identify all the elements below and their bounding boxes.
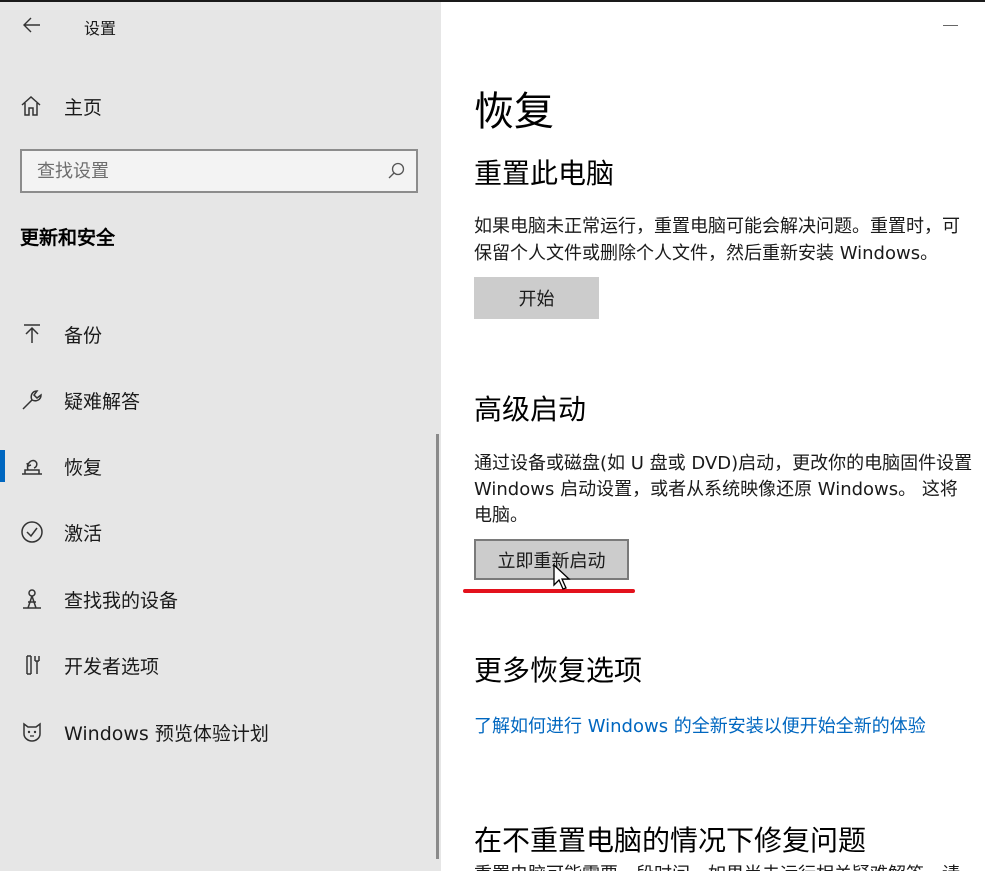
home-icon bbox=[21, 95, 41, 116]
minimize-button[interactable] bbox=[935, 12, 965, 38]
sidebar-item-label: 开发者选项 bbox=[64, 655, 160, 678]
app-title: 设置 bbox=[84, 19, 117, 38]
annotation-underline bbox=[463, 589, 635, 593]
insider-cat-icon bbox=[18, 718, 46, 746]
sidebar-item-label: 备份 bbox=[64, 324, 103, 347]
sidebar-item-insider[interactable]: Windows 预览体验计划 bbox=[0, 708, 436, 756]
main-content: 恢复 重置此电脑 如果电脑未正常运行，重置电脑可能会解决问题。重置时，可 保留个… bbox=[441, 2, 985, 871]
sidebar-item-label: 查找我的设备 bbox=[64, 589, 179, 612]
sidebar-item-home[interactable]: 主页 bbox=[18, 88, 102, 124]
sidebar-item-find-device[interactable]: 查找我的设备 bbox=[0, 575, 436, 623]
back-button[interactable] bbox=[14, 8, 50, 42]
advanced-startup-line2: Windows 启动设置，或者从系统映像还原 Windows。 这将 bbox=[474, 479, 958, 500]
sidebar: 设置 主页 更新和安全 备份 bbox=[0, 2, 441, 871]
more-options-heading: 更多恢复选项 bbox=[474, 654, 643, 687]
find-device-icon bbox=[18, 585, 46, 613]
search-icon[interactable] bbox=[386, 161, 406, 181]
advanced-startup-line1: 通过设备或磁盘(如 U 盘或 DVD)启动，更改你的电脑固件设置 bbox=[474, 453, 973, 474]
recovery-icon bbox=[18, 452, 46, 480]
checkmark-circle-icon bbox=[18, 518, 46, 546]
section-title: 更新和安全 bbox=[20, 227, 116, 249]
sidebar-scrollbar[interactable] bbox=[436, 434, 439, 859]
fix-problems-description: 重置电脑可能需要一段时间。如果尚未运行相关疑难解答，请 bbox=[474, 860, 960, 871]
backup-icon bbox=[18, 320, 46, 348]
advanced-startup-line3: 电脑。 bbox=[474, 505, 528, 526]
sidebar-item-label: Windows 预览体验计划 bbox=[64, 722, 269, 745]
reset-description-line2: 保留个人文件或删除个人文件，然后重新安装 Windows。 bbox=[474, 243, 939, 264]
sidebar-item-home-label: 主页 bbox=[64, 96, 103, 119]
reset-heading: 重置此电脑 bbox=[474, 157, 615, 190]
sidebar-item-troubleshoot[interactable]: 疑难解答 bbox=[0, 376, 436, 424]
active-indicator bbox=[0, 450, 5, 482]
search-box[interactable] bbox=[20, 149, 418, 193]
sidebar-item-label: 疑难解答 bbox=[64, 390, 141, 413]
mouse-cursor-icon bbox=[553, 564, 571, 590]
advanced-startup-heading: 高级启动 bbox=[474, 393, 587, 426]
sidebar-item-activation[interactable]: 激活 bbox=[0, 508, 436, 556]
sidebar-item-recovery[interactable]: 恢复 bbox=[0, 442, 436, 490]
settings-window: 设置 主页 更新和安全 备份 bbox=[0, 0, 985, 871]
sidebar-item-backup[interactable]: 备份 bbox=[0, 310, 436, 358]
wrench-icon bbox=[18, 386, 46, 414]
reset-start-button[interactable]: 开始 bbox=[474, 277, 599, 319]
back-arrow-icon bbox=[23, 17, 40, 33]
sidebar-item-developer[interactable]: 开发者选项 bbox=[0, 641, 436, 689]
page-title: 恢复 bbox=[474, 89, 554, 135]
search-input[interactable] bbox=[37, 160, 386, 182]
fresh-install-link[interactable]: 了解如何进行 Windows 的全新安装以便开始全新的体验 bbox=[474, 712, 926, 738]
sidebar-item-label: 恢复 bbox=[64, 456, 103, 479]
restart-now-button[interactable]: 立即重新启动 bbox=[474, 539, 629, 580]
developer-icon bbox=[18, 651, 46, 679]
reset-description-line1: 如果电脑未正常运行，重置电脑可能会解决问题。重置时，可 bbox=[474, 216, 960, 237]
minimize-icon bbox=[942, 24, 958, 26]
fix-problems-heading: 在不重置电脑的情况下修复问题 bbox=[474, 824, 867, 857]
sidebar-item-label: 激活 bbox=[64, 522, 103, 545]
